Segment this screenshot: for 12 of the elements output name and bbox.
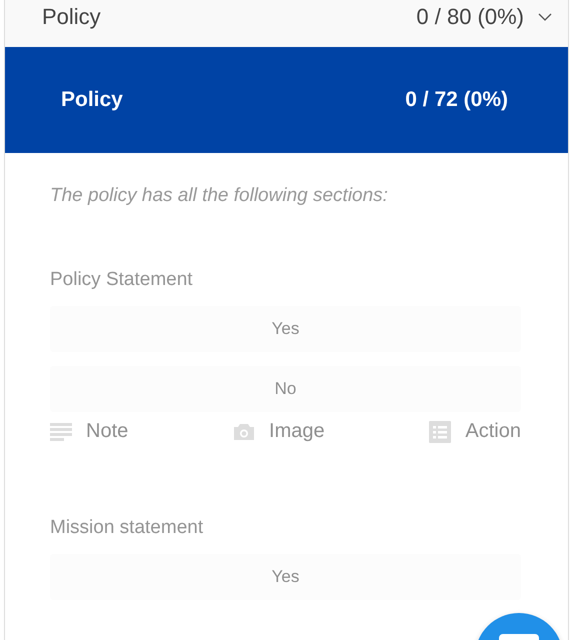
- section-score: 0 / 72 (0%): [405, 88, 508, 112]
- section-title: Policy: [61, 88, 123, 112]
- camera-icon: [233, 422, 256, 440]
- category-score: 0 / 80 (0%): [416, 4, 524, 30]
- lines-icon: [50, 422, 72, 442]
- question-label: Policy Statement: [50, 269, 194, 291]
- list-icon: [429, 420, 452, 442]
- instruction-text: The policy has all the following sections:: [50, 185, 389, 207]
- chevron-icon[interactable]: [538, 12, 552, 20]
- category-header[interactable]: Policy 0 / 80 (0%): [5, 0, 568, 47]
- category-title: Policy: [42, 4, 101, 30]
- question-label: Mission statement: [50, 517, 204, 539]
